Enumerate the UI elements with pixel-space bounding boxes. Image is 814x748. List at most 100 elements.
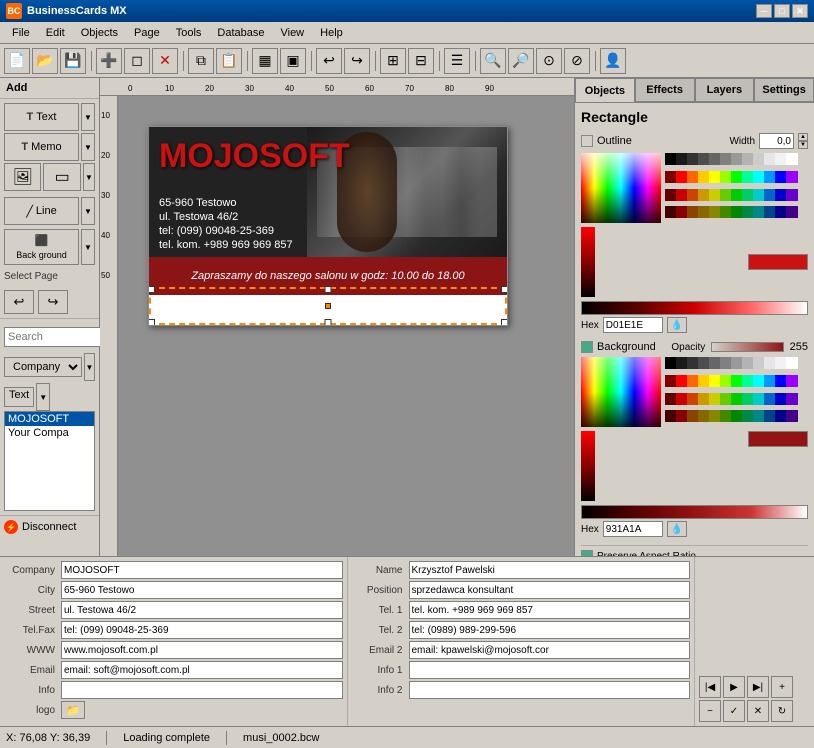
align-button[interactable]: ▦	[252, 48, 278, 74]
color-swatch[interactable]	[786, 393, 798, 405]
line-dropdown-arrow[interactable]: ▼	[81, 197, 95, 225]
tel1-form-input[interactable]	[409, 601, 691, 619]
business-card[interactable]: MOJOSOFT 65-960 Testowo ul. Testowa 46/2…	[148, 126, 508, 326]
memo-button[interactable]: T Memo	[4, 133, 79, 161]
color-swatch[interactable]	[786, 206, 798, 218]
data-item-yourcompa[interactable]: Your Compa	[5, 426, 94, 440]
info2-form-input[interactable]	[409, 681, 691, 699]
menu-page[interactable]: Page	[126, 25, 168, 41]
menu-database[interactable]: Database	[209, 25, 272, 41]
paste-button[interactable]: 📋	[216, 48, 242, 74]
bg-hex-input[interactable]	[603, 521, 663, 537]
data-item-mojosoft[interactable]: MOJOSOFT	[5, 412, 94, 426]
user-button[interactable]: 👤	[600, 48, 626, 74]
text-filter-button[interactable]: Text	[4, 387, 34, 407]
close-button[interactable]: ✕	[792, 4, 808, 18]
image-button[interactable]: 🖼	[4, 163, 41, 191]
color-swatch[interactable]	[786, 153, 798, 165]
tel2-form-input[interactable]	[409, 621, 691, 639]
memo-dropdown-arrow[interactable]: ▼	[81, 133, 95, 161]
street-form-input[interactable]	[61, 601, 343, 619]
nav-cancel[interactable]: ✕	[747, 700, 769, 722]
color-swatch[interactable]	[786, 357, 798, 369]
window-controls[interactable]: ─ □ ✕	[756, 4, 808, 18]
bg-hue-bar[interactable]	[581, 431, 595, 501]
text-filter-arrow[interactable]: ▼	[36, 383, 50, 411]
telfax-form-input[interactable]	[61, 621, 343, 639]
tab-settings[interactable]: Settings	[754, 78, 814, 102]
color-swatch[interactable]	[786, 410, 798, 422]
nav-next[interactable]: ▶|	[747, 676, 769, 698]
undo-left-button[interactable]: ↩	[4, 290, 34, 314]
bg-gradient-bar[interactable]	[581, 505, 808, 519]
add-object-button[interactable]: ➕	[96, 48, 122, 74]
city-form-input[interactable]	[61, 581, 343, 599]
outline-spectrum[interactable]	[581, 153, 661, 223]
menu-tools[interactable]: Tools	[168, 25, 210, 41]
disconnect-label[interactable]: Disconnect	[22, 521, 76, 533]
resize2-button[interactable]: ⊟	[408, 48, 434, 74]
text-dropdown-arrow[interactable]: ▼	[81, 103, 95, 131]
shape-button[interactable]: ▭	[43, 163, 80, 191]
menu-file[interactable]: File	[4, 25, 38, 41]
redo-right-button[interactable]: ↪	[38, 290, 68, 314]
background-button[interactable]: ⬛ Back ground	[4, 229, 79, 265]
text-button[interactable]: T Text	[4, 103, 79, 131]
logo-browse-button[interactable]: 📁	[61, 701, 85, 719]
tab-objects[interactable]: Objects	[575, 78, 635, 102]
object-list-button[interactable]: ☰	[444, 48, 470, 74]
delete-button[interactable]: ✕	[152, 48, 178, 74]
nav-first[interactable]: |◀	[699, 676, 721, 698]
menu-view[interactable]: View	[272, 25, 312, 41]
save-button[interactable]: 💾	[60, 48, 86, 74]
background-dropdown-arrow[interactable]: ▼	[81, 229, 95, 265]
outline-hex-input[interactable]	[603, 317, 663, 333]
bg-spectrum[interactable]	[581, 357, 661, 427]
company-dropdown[interactable]: Company	[4, 357, 82, 377]
zoom-in-button[interactable]: 🔍	[480, 48, 506, 74]
par-checkbox[interactable]	[581, 550, 593, 556]
minimize-button[interactable]: ─	[756, 4, 772, 18]
nav-add[interactable]: +	[771, 676, 793, 698]
www-form-input[interactable]	[61, 641, 343, 659]
color-swatch[interactable]	[786, 375, 798, 387]
nav-check[interactable]: ✓	[723, 700, 745, 722]
color-swatch[interactable]	[786, 171, 798, 183]
undo-button[interactable]: ↩	[316, 48, 342, 74]
tab-effects[interactable]: Effects	[635, 78, 695, 102]
nav-remove[interactable]: −	[699, 700, 721, 722]
menu-objects[interactable]: Objects	[73, 25, 126, 41]
line-button[interactable]: ╱ Line	[4, 197, 79, 225]
toolbar-btn2[interactable]: ◻	[124, 48, 150, 74]
outline-width-up[interactable]: ▲	[798, 133, 808, 141]
info1-form-input[interactable]	[409, 661, 691, 679]
open-button[interactable]: 📂	[32, 48, 58, 74]
nav-prev[interactable]: ▶	[723, 676, 745, 698]
bg-eyedropper[interactable]: 💧	[667, 521, 687, 537]
email-form-input[interactable]	[61, 661, 343, 679]
company-form-input[interactable]	[61, 561, 343, 579]
shape-dropdown-arrow[interactable]: ▼	[83, 163, 95, 191]
menu-help[interactable]: Help	[312, 25, 351, 41]
name-form-input[interactable]	[409, 561, 691, 579]
outline-eyedropper[interactable]: 💧	[667, 317, 687, 333]
redo-button[interactable]: ↪	[344, 48, 370, 74]
copy-button[interactable]: ⧉	[188, 48, 214, 74]
resize-button[interactable]: ⊞	[380, 48, 406, 74]
outline-gradient-bar[interactable]	[581, 301, 808, 315]
outline-checkbox[interactable]	[581, 135, 593, 147]
nav-refresh[interactable]: ↻	[771, 700, 793, 722]
bg-opacity-slider[interactable]	[711, 342, 783, 352]
zoom-reset-button[interactable]: ⊘	[564, 48, 590, 74]
maximize-button[interactable]: □	[774, 4, 790, 18]
outline-width-down[interactable]: ▼	[798, 141, 808, 149]
background-checkbox[interactable]	[581, 341, 593, 353]
tab-layers[interactable]: Layers	[695, 78, 755, 102]
new-button[interactable]: 📄	[4, 48, 30, 74]
email2-form-input[interactable]	[409, 641, 691, 659]
company-arrow[interactable]: ▼	[84, 353, 95, 381]
outline-width-spinner[interactable]: ▲ ▼	[798, 133, 808, 149]
info-form-input[interactable]	[61, 681, 343, 699]
menu-edit[interactable]: Edit	[38, 25, 73, 41]
align2-button[interactable]: ▣	[280, 48, 306, 74]
